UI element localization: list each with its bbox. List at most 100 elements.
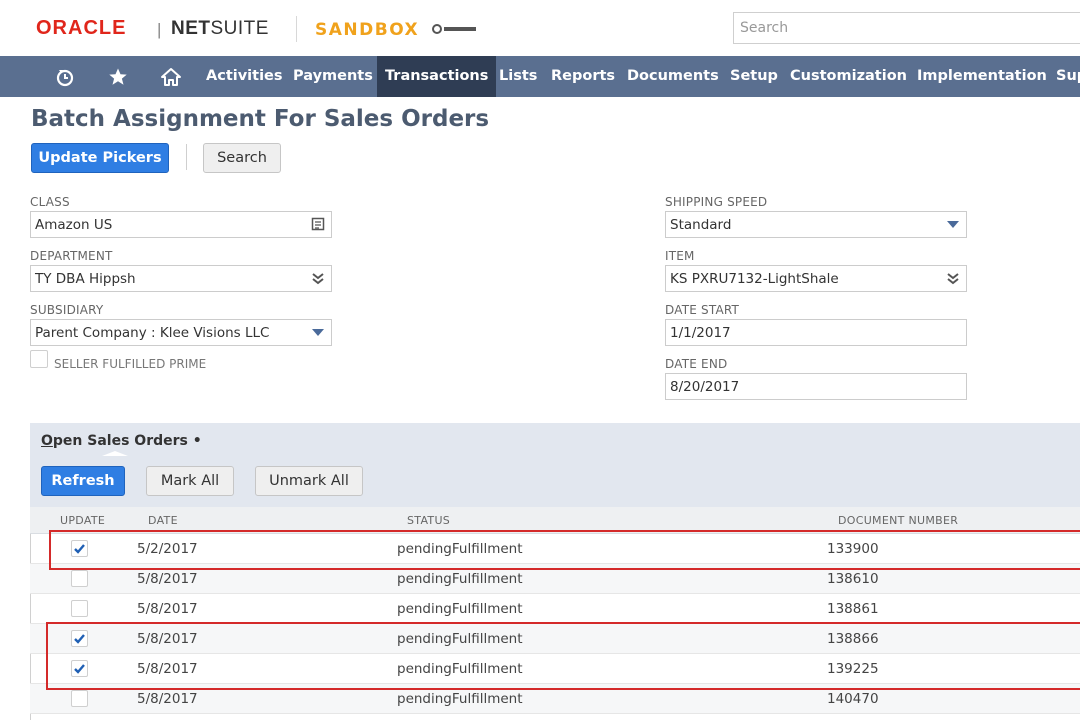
date-end-field[interactable]: 8/20/2017 — [665, 373, 967, 400]
subsidiary-select[interactable]: Parent Company : Klee Visions LLC — [30, 319, 332, 346]
dropdown-arrow-icon[interactable] — [311, 325, 325, 339]
home-icon[interactable] — [154, 56, 188, 97]
row-date: 5/2/2017 — [137, 541, 198, 557]
star-icon[interactable] — [101, 56, 135, 97]
netsuite-logo: NETSUITE — [171, 18, 269, 40]
row-status: pendingFulfillment — [397, 631, 523, 647]
row-document-number[interactable]: 140470 — [827, 691, 879, 707]
column-header-status[interactable]: STATUS — [407, 514, 450, 527]
department-field[interactable]: TY DBA Hippsh — [30, 265, 332, 292]
dropdown-arrow-icon[interactable] — [946, 217, 960, 231]
seller-fulfilled-prime-checkbox[interactable] — [30, 350, 48, 368]
nav-activities[interactable]: Activities — [198, 56, 291, 97]
double-chevron-down-icon[interactable] — [946, 271, 960, 285]
department-value: TY DBA Hippsh — [35, 271, 136, 287]
top-header: ORACLE | NETSUITE SANDBOX Search — [0, 0, 1080, 56]
nav-lists[interactable]: Lists — [491, 56, 545, 97]
date-start-label: DATE START — [665, 303, 740, 317]
nav-support[interactable]: Sup — [1048, 56, 1080, 97]
class-value: Amazon US — [35, 217, 113, 233]
tab-title-text: pen Sales Orders — [52, 433, 188, 449]
row-status: pendingFulfillment — [397, 601, 523, 617]
tab-marker: • — [192, 433, 202, 449]
search-button[interactable]: Search — [203, 143, 281, 173]
table-row: 5/8/2017 pendingFulfillment 139225 — [30, 654, 1080, 684]
table-row: 5/8/2017 pendingFulfillment 138610 — [30, 564, 1080, 594]
subsidiary-label: SUBSIDIARY — [30, 303, 104, 317]
row-update-checkbox[interactable] — [71, 690, 88, 707]
active-tab-caret-icon — [102, 451, 128, 456]
column-header-document-number[interactable]: DOCUMENT NUMBER — [838, 514, 958, 527]
column-header-update[interactable]: UPDATE — [60, 514, 105, 527]
row-date: 5/8/2017 — [137, 631, 198, 647]
list-picker-icon[interactable] — [311, 217, 325, 231]
date-start-value: 1/1/2017 — [670, 325, 731, 341]
nav-documents[interactable]: Documents — [619, 56, 727, 97]
row-status: pendingFulfillment — [397, 571, 523, 587]
checkmark-icon — [74, 664, 85, 674]
netsuite-logo-net: NET — [171, 18, 211, 39]
table-row — [30, 714, 1080, 720]
row-date: 5/8/2017 — [137, 571, 198, 587]
row-document-number[interactable]: 138861 — [827, 601, 879, 617]
main-nav: Activities Payments Transactions Lists R… — [0, 56, 1080, 97]
logo-divider — [296, 16, 297, 42]
date-start-field[interactable]: 1/1/2017 — [665, 319, 967, 346]
table-row: 5/8/2017 pendingFulfillment 140470 — [30, 684, 1080, 714]
row-status: pendingFulfillment — [397, 691, 523, 707]
netsuite-logo-suite: SUITE — [210, 18, 269, 39]
row-document-number[interactable]: 138866 — [827, 631, 879, 647]
tab-accesskey-letter: O — [41, 433, 53, 449]
department-label: DEPARTMENT — [30, 249, 113, 263]
unmark-all-button[interactable]: Unmark All — [255, 466, 363, 496]
item-value: KS PXRU7132-LightShale — [670, 271, 839, 287]
shipping-speed-value: Standard — [670, 217, 732, 233]
toolbar-divider — [186, 144, 187, 170]
class-label: CLASS — [30, 195, 70, 209]
tab-open-sales-orders[interactable]: Open Sales Orders • — [41, 433, 202, 449]
row-document-number[interactable]: 138610 — [827, 571, 879, 587]
shipping-speed-label: SHIPPING SPEED — [665, 195, 768, 209]
double-chevron-down-icon[interactable] — [311, 271, 325, 285]
checkmark-icon — [74, 544, 85, 554]
date-end-value: 8/20/2017 — [670, 379, 740, 395]
nav-reports[interactable]: Reports — [543, 56, 623, 97]
row-update-checkbox[interactable] — [71, 570, 88, 587]
column-header-date[interactable]: DATE — [148, 514, 178, 527]
mark-all-button[interactable]: Mark All — [146, 466, 234, 496]
class-field[interactable]: Amazon US — [30, 211, 332, 238]
row-date: 5/8/2017 — [137, 691, 198, 707]
row-update-checkbox[interactable] — [71, 630, 88, 647]
table-row: 5/2/2017 pendingFulfillment 133900 — [30, 534, 1080, 564]
nav-setup[interactable]: Setup — [722, 56, 786, 97]
table-row: 5/8/2017 pendingFulfillment 138861 — [30, 594, 1080, 624]
sandbox-badge: SANDBOX — [315, 20, 420, 40]
company-logo-icon — [431, 21, 479, 40]
row-status: pendingFulfillment — [397, 541, 523, 557]
row-date: 5/8/2017 — [137, 601, 198, 617]
row-update-checkbox[interactable] — [71, 540, 88, 557]
checkmark-icon — [74, 634, 85, 644]
refresh-button[interactable]: Refresh — [41, 466, 125, 496]
update-pickers-button[interactable]: Update Pickers — [31, 143, 169, 173]
table-row: 5/8/2017 pendingFulfillment 138866 — [30, 624, 1080, 654]
item-label: ITEM — [665, 249, 695, 263]
row-document-number[interactable]: 133900 — [827, 541, 879, 557]
row-document-number[interactable]: 139225 — [827, 661, 879, 677]
recent-records-icon[interactable] — [48, 56, 82, 97]
oracle-logo: ORACLE — [36, 17, 127, 39]
nav-customization[interactable]: Customization — [782, 56, 915, 97]
nav-transactions[interactable]: Transactions — [377, 56, 497, 97]
row-update-checkbox[interactable] — [71, 660, 88, 677]
logo-separator: | — [157, 20, 162, 39]
shipping-speed-select[interactable]: Standard — [665, 211, 967, 238]
row-update-checkbox[interactable] — [71, 600, 88, 617]
global-search-input[interactable]: Search — [733, 12, 1080, 44]
row-status: pendingFulfillment — [397, 661, 523, 677]
subsidiary-value: Parent Company : Klee Visions LLC — [35, 325, 270, 341]
row-date: 5/8/2017 — [137, 661, 198, 677]
item-field[interactable]: KS PXRU7132-LightShale — [665, 265, 967, 292]
date-end-label: DATE END — [665, 357, 728, 371]
nav-payments[interactable]: Payments — [285, 56, 381, 97]
nav-implementation[interactable]: Implementation — [909, 56, 1055, 97]
